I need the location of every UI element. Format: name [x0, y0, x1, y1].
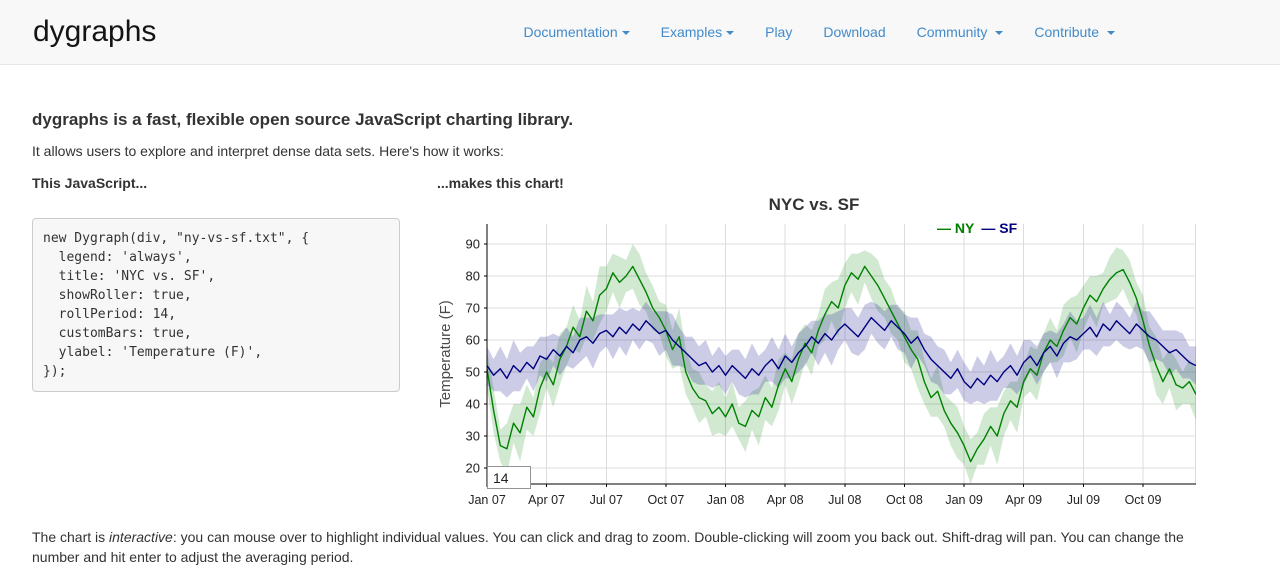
nav-item-community[interactable]: Community [917, 24, 1004, 40]
javascript-column: This JavaScript... new Dygraph(div, "ny-… [32, 175, 400, 514]
javascript-column-header: This JavaScript... [32, 175, 400, 191]
note-text-italic: interactive [109, 529, 173, 545]
legend-dash-icon: — [937, 220, 951, 236]
svg-text:70: 70 [466, 301, 480, 316]
svg-text:Jul 09: Jul 09 [1067, 493, 1100, 507]
nav-item-documentation[interactable]: Documentation [523, 24, 629, 40]
legend-series-label: NY [955, 220, 974, 236]
intro-subtext: It allows users to explore and interpret… [32, 143, 1196, 159]
page-title: dygraphs is a fast, flexible open source… [32, 110, 1196, 130]
nav-item-play[interactable]: Play [765, 24, 792, 40]
nav-item-contribute[interactable]: Contribute [1034, 24, 1115, 40]
nav-item-label: Community [917, 24, 988, 40]
chart-column: ...makes this chart! 20 30 40 50 60 70 80 90 Jan… [432, 175, 1196, 514]
svg-text:80: 80 [466, 269, 480, 284]
roll-period-input[interactable] [487, 466, 531, 489]
svg-text:Jul 07: Jul 07 [590, 493, 623, 507]
svg-text:40: 40 [466, 397, 480, 412]
y-axis-label: Temperature (F) [437, 204, 457, 504]
svg-text:Jan 09: Jan 09 [945, 493, 983, 507]
svg-text:Oct 09: Oct 09 [1125, 493, 1162, 507]
svg-text:90: 90 [466, 237, 480, 252]
nav-item-download[interactable]: Download [823, 24, 885, 40]
svg-text:30: 30 [466, 429, 480, 444]
note-text: The chart is [32, 529, 109, 545]
caret-down-icon [726, 31, 734, 35]
caret-down-icon [1107, 31, 1115, 35]
svg-text:Apr 08: Apr 08 [767, 493, 804, 507]
main-nav: Documentation Examples Play Download Com… [492, 24, 1115, 40]
chart[interactable]: 20 30 40 50 60 70 80 90 Jan 07 Apr 07 Jul 07 Oct 07… [432, 194, 1196, 514]
brand-logo[interactable]: dygraphs [33, 15, 156, 49]
svg-text:Jul 08: Jul 08 [828, 493, 861, 507]
caret-down-icon [622, 31, 630, 35]
chart-title: NYC vs. SF [432, 195, 1196, 215]
nav-item-examples[interactable]: Examples [661, 24, 734, 40]
chart-canvas[interactable]: 20 30 40 50 60 70 80 90 Jan 07 Apr 07 Jul 07 Oct 07… [432, 194, 1196, 514]
nav-item-label: Examples [661, 24, 722, 40]
svg-text:Oct 07: Oct 07 [647, 493, 684, 507]
svg-text:20: 20 [466, 461, 480, 476]
legend-dash-icon: — [981, 220, 995, 236]
chart-legend: — NY— SF [937, 220, 1017, 236]
svg-text:Jan 08: Jan 08 [707, 493, 745, 507]
svg-text:Jan 07: Jan 07 [468, 493, 506, 507]
navbar: dygraphs Documentation Examples Play Dow… [0, 0, 1280, 65]
svg-text:50: 50 [466, 365, 480, 380]
svg-text:Oct 08: Oct 08 [886, 493, 923, 507]
caret-down-icon [995, 31, 1003, 35]
svg-text:60: 60 [466, 333, 480, 348]
main-content: dygraphs is a fast, flexible open source… [32, 110, 1196, 567]
nav-item-label: Contribute [1034, 24, 1099, 40]
svg-text:Apr 09: Apr 09 [1005, 493, 1042, 507]
nav-item-label: Play [765, 24, 792, 40]
chart-column-header: ...makes this chart! [437, 175, 1196, 191]
nav-item-label: Download [823, 24, 885, 40]
svg-text:Apr 07: Apr 07 [528, 493, 565, 507]
legend-entry: — SF [981, 220, 1017, 236]
legend-series-label: SF [999, 220, 1017, 236]
nav-item-label: Documentation [523, 24, 617, 40]
legend-entry: — NY [937, 220, 974, 236]
code-block: new Dygraph(div, "ny-vs-sf.txt", { legen… [32, 218, 400, 392]
interactivity-note: The chart is interactive: you can mouse … [32, 527, 1196, 567]
note-text: : you can mouse over to highlight indivi… [32, 529, 1184, 565]
